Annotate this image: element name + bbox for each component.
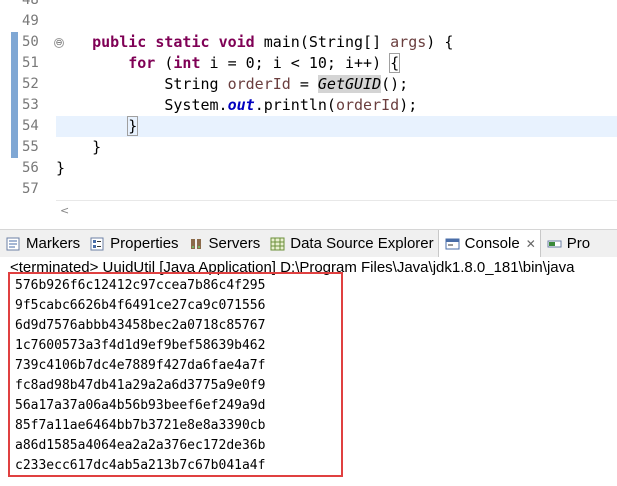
console-output-line: 6d9d7576abbb43458bec2a0718c85767 bbox=[15, 318, 266, 333]
keyword: void bbox=[218, 33, 255, 51]
code-text: .println( bbox=[254, 96, 336, 114]
code-line-50: public static void main(String[] args) { bbox=[56, 32, 617, 53]
overview-ruler bbox=[0, 0, 10, 200]
line-number: 55 bbox=[22, 139, 39, 155]
console-output-line: c233ecc617dc4ab5a213b7c67b041a4f bbox=[15, 458, 266, 473]
code-line-56: } bbox=[56, 158, 617, 179]
code-line-54: } bbox=[56, 116, 617, 137]
tab-servers[interactable]: Servers bbox=[183, 230, 265, 257]
code-text: ( bbox=[155, 54, 174, 72]
code-text: ); bbox=[399, 96, 418, 114]
tab-properties[interactable]: Properties bbox=[84, 230, 182, 257]
tab-label: Markers bbox=[26, 235, 81, 252]
code-area[interactable]: public static void main(String[] args) {… bbox=[56, 0, 617, 200]
keyword: int bbox=[173, 54, 201, 72]
matching-bracket: } bbox=[127, 116, 139, 136]
console-output-line: a86d1585a4064ea2a2a376ec172de36b bbox=[15, 438, 266, 453]
keyword: public bbox=[92, 33, 147, 51]
console-icon bbox=[445, 237, 460, 251]
horizontal-scrollbar[interactable]: < bbox=[56, 200, 617, 220]
variable-name: orderId bbox=[335, 96, 400, 114]
views-tab-bar: Markers Properties Servers Data Source E… bbox=[0, 229, 617, 258]
variable-name: orderId bbox=[227, 75, 291, 93]
code-line-51: for (int i = 0; i < 10; i++) { bbox=[56, 53, 617, 74]
markers-icon bbox=[6, 237, 21, 251]
tab-console[interactable]: Console ✕ bbox=[437, 230, 541, 257]
tab-label: Console bbox=[464, 235, 520, 252]
code-text: = bbox=[290, 75, 318, 93]
tab-label: Servers bbox=[208, 235, 261, 252]
servers-icon bbox=[189, 237, 204, 251]
line-number: 50 bbox=[22, 34, 39, 50]
line-number: 52 bbox=[22, 76, 39, 92]
keyword: for bbox=[128, 54, 156, 72]
tab-progress[interactable]: Pro bbox=[541, 230, 594, 257]
tab-label: Pro bbox=[566, 235, 591, 252]
keyword: static bbox=[155, 33, 210, 51]
code-text: } bbox=[92, 138, 102, 156]
code-line-52: String orderId = GetGUID(); bbox=[56, 74, 617, 95]
line-number-gutter: 48 49 50 51 52 53 54 55 56 57 ⊖ bbox=[10, 0, 64, 200]
code-text: main(String[] bbox=[254, 33, 391, 51]
line-number: 53 bbox=[22, 97, 39, 113]
close-icon[interactable]: ✕ bbox=[526, 237, 536, 251]
tab-label: Data Source Explorer bbox=[290, 235, 434, 252]
console-output-line: 576b926f6c12412c97ccea7b86c4f295 bbox=[15, 278, 266, 293]
line-number: 57 bbox=[22, 181, 39, 197]
line-number: 48 bbox=[22, 0, 39, 8]
console-output-line: 739c4106b7dc4e7889f427da6fae4a7f bbox=[15, 358, 266, 373]
properties-icon bbox=[90, 237, 105, 251]
output-highlight-box: 576b926f6c12412c97ccea7b86c4f295 9f5cabc… bbox=[8, 272, 343, 477]
console-output-line: 85f7a11ae6464bb7b3721e8e8a3390cb bbox=[15, 418, 266, 433]
code-text: i = 0; i < 10; i++) bbox=[200, 54, 391, 72]
tab-markers[interactable]: Markers bbox=[0, 230, 84, 257]
code-text: System. bbox=[164, 96, 228, 114]
code-line-55: } bbox=[56, 137, 617, 158]
scroll-left-icon[interactable]: < bbox=[60, 204, 69, 217]
code-text: String bbox=[164, 75, 228, 93]
console-output-line: 1c7600573a3f4d1d9ef9bef58639b462 bbox=[15, 338, 266, 353]
line-number: 49 bbox=[22, 13, 39, 29]
tab-data-source-explorer[interactable]: Data Source Explorer bbox=[264, 230, 437, 257]
data-source-explorer-icon bbox=[270, 237, 285, 251]
progress-icon bbox=[547, 237, 562, 251]
tab-label: Properties bbox=[110, 235, 179, 252]
static-field: out bbox=[227, 96, 255, 114]
parameter-name: args bbox=[390, 33, 427, 51]
code-line-53: System.out.println(orderId); bbox=[56, 95, 617, 116]
console-view[interactable]: <terminated> UuidUtil [Java Application]… bbox=[0, 257, 617, 486]
method-call: GetGUID bbox=[317, 75, 382, 93]
console-output-line: 9f5cabc6626b4f6491ce27ca9c071556 bbox=[15, 298, 266, 313]
line-number: 51 bbox=[22, 55, 39, 71]
code-text: (); bbox=[381, 75, 409, 93]
console-output-line: 56a17a37a06a4b56b93beef6ef249a9d bbox=[15, 398, 266, 413]
console-output-line: fc8ad98b47db41a29a2a6d3775a9e0f9 bbox=[15, 378, 266, 393]
matching-bracket: { bbox=[389, 53, 401, 73]
code-text: ) { bbox=[426, 33, 454, 51]
line-number: 54 bbox=[22, 118, 39, 134]
line-number: 56 bbox=[22, 160, 39, 176]
code-editor[interactable]: 48 49 50 51 52 53 54 55 56 57 ⊖ public s… bbox=[0, 0, 617, 220]
code-text: } bbox=[56, 159, 66, 177]
